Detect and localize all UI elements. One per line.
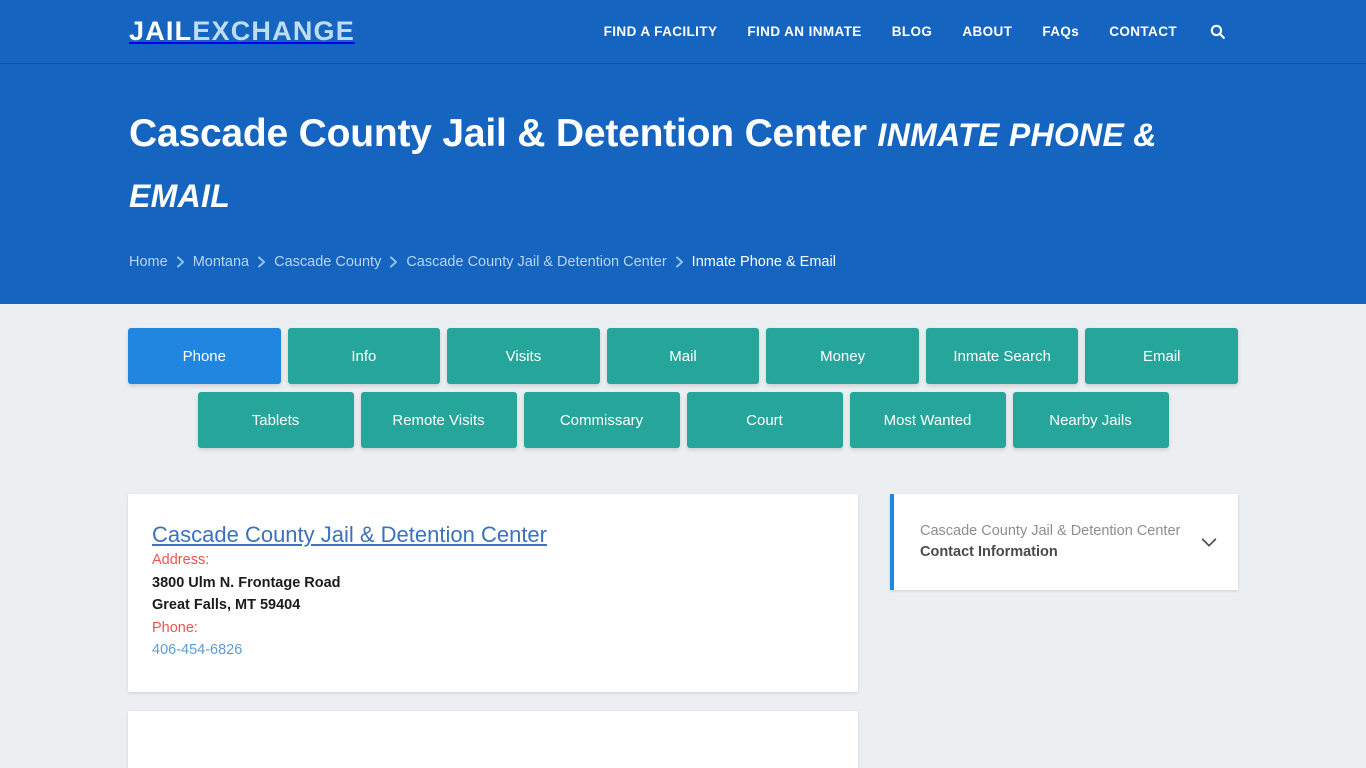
tab-money[interactable]: Money	[766, 328, 919, 384]
tab-commissary[interactable]: Commissary	[523, 392, 680, 448]
tab-mail[interactable]: Mail	[606, 328, 760, 384]
main-content: Phone Info Visits Mail Money Inmate Sear…	[0, 304, 1366, 768]
section-tabs: Phone Info Visits Mail Money Inmate Sear…	[128, 304, 1239, 448]
accordion-text-group: Cascade County Jail & Detention Center C…	[920, 522, 1186, 563]
tab-visits[interactable]: Visits	[447, 328, 600, 384]
accordion-facility-name: Cascade County Jail & Detention Center	[920, 522, 1181, 539]
page-title: Cascade County Jail & Detention Center I…	[129, 104, 1238, 226]
accordion-title: Contact Information	[920, 544, 1058, 561]
chevron-down-icon[interactable]	[1196, 529, 1222, 555]
nav-item-contact[interactable]: CONTACT	[1094, 0, 1192, 64]
nav-item-faqs[interactable]: FAQs	[1027, 0, 1094, 64]
breadcrumb-item-montana[interactable]: Montana	[193, 252, 249, 272]
tab-court[interactable]: Court	[686, 392, 843, 448]
phone-number-link[interactable]: 406-454-6826	[152, 639, 242, 662]
chevron-right-icon	[675, 256, 684, 268]
facility-info-card: Cascade County Jail & Detention Center A…	[128, 494, 858, 692]
page-title-main: Cascade County Jail & Detention Center	[129, 112, 867, 155]
chevron-right-icon	[257, 256, 266, 268]
main-nav: FIND A FACILITY FIND AN INMATE BLOG ABOU…	[589, 0, 1238, 64]
tab-remote-visits[interactable]: Remote Visits	[360, 392, 517, 448]
breadcrumb-item-current: Inmate Phone & Email	[691, 254, 836, 270]
nav-item-find-an-inmate[interactable]: FIND AN INMATE	[732, 0, 876, 64]
content-columns: Cascade County Jail & Detention Center A…	[128, 456, 1238, 768]
tab-inmate-search[interactable]: Inmate Search	[925, 328, 1079, 384]
tab-row-secondary: Tablets Remote Visits Commissary Court M…	[128, 392, 1238, 448]
breadcrumb-item-home[interactable]: Home	[129, 252, 168, 272]
nav-item-blog[interactable]: BLOG	[877, 0, 948, 64]
breadcrumb-item-cascade-county[interactable]: Cascade County	[274, 252, 381, 272]
page-hero: Cascade County Jail & Detention Center I…	[0, 64, 1366, 304]
tab-email[interactable]: Email	[1085, 328, 1239, 384]
top-navigation-bar: JAILEXCHANGE FIND A FACILITY FIND AN INM…	[0, 0, 1366, 64]
tab-tablets[interactable]: Tablets	[197, 392, 354, 448]
tab-most-wanted[interactable]: Most Wanted	[849, 392, 1006, 448]
facility-name-link[interactable]: Cascade County Jail & Detention Center	[152, 522, 547, 547]
site-logo[interactable]: JAILEXCHANGE	[129, 18, 355, 45]
address-line-2: Great Falls, MT 59404	[152, 597, 301, 613]
phone-label: Phone:	[152, 619, 198, 636]
breadcrumb: Home Montana Cascade County Cascade Coun…	[129, 252, 1238, 272]
tab-phone[interactable]: Phone	[128, 328, 281, 384]
address-label: Address:	[152, 552, 210, 568]
secondary-content-card	[128, 710, 858, 768]
primary-column: Cascade County Jail & Detention Center A…	[128, 494, 858, 768]
nav-item-about[interactable]: ABOUT	[947, 0, 1027, 64]
logo-text-exchange: EXCHANGE	[192, 16, 355, 46]
chevron-right-icon	[176, 256, 185, 268]
sidebar-accordion-contact-information[interactable]: Cascade County Jail & Detention Center C…	[890, 494, 1238, 590]
tab-nearby-jails[interactable]: Nearby Jails	[1012, 392, 1169, 448]
nav-item-find-a-facility[interactable]: FIND A FACILITY	[589, 0, 733, 64]
tab-info[interactable]: Info	[287, 328, 441, 384]
sidebar-column: Cascade County Jail & Detention Center C…	[890, 494, 1238, 590]
address-line-1: 3800 Ulm N. Frontage Road	[152, 574, 341, 591]
breadcrumb-item-facility[interactable]: Cascade County Jail & Detention Center	[406, 252, 666, 272]
logo-text-jail: JAIL	[129, 16, 193, 46]
chevron-right-icon	[389, 256, 398, 268]
tab-row-primary: Phone Info Visits Mail Money Inmate Sear…	[128, 328, 1239, 384]
search-icon[interactable]	[1192, 23, 1238, 40]
